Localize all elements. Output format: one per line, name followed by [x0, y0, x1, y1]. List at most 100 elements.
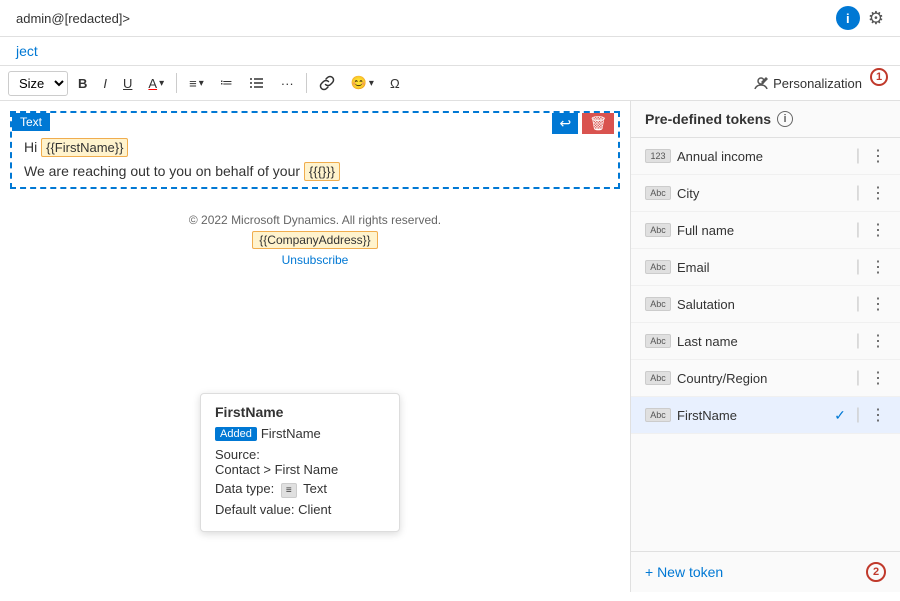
token-type-icon: Abc — [645, 186, 671, 200]
token-tooltip: FirstName Added FirstName Source: Contac… — [200, 393, 400, 532]
token-type-icon: Abc — [645, 297, 671, 311]
token-check-icon: ✓ — [834, 407, 846, 424]
tooltip-added-value: FirstName — [261, 426, 321, 441]
datatype-icon: ≡ — [281, 483, 297, 498]
delete-block-button[interactable]: 🗑 — [582, 113, 614, 134]
subject-label: ject — [16, 43, 38, 59]
token-name-label: Last name — [677, 334, 846, 349]
token-more-button[interactable]: ⋮ — [870, 405, 886, 425]
new-token-label: + New token — [645, 564, 723, 580]
align-button[interactable]: ≡ ▾ — [183, 72, 210, 95]
panel-header: Pre-defined tokens i — [631, 101, 900, 138]
token-list: 123Annual income|⋮AbcCity|⋮AbcFull name|… — [631, 138, 900, 551]
token-name-label: Salutation — [677, 297, 846, 312]
new-token-button[interactable]: + New token — [645, 564, 723, 580]
panel-footer: + New token 2 — [631, 551, 900, 592]
emoji-button[interactable]: 😊 ▾ — [345, 71, 380, 95]
main-area: Text ↩ 🗑 Hi {{FirstName}} We are reachin… — [0, 101, 900, 592]
editor-area: Text ↩ 🗑 Hi {{FirstName}} We are reachin… — [0, 101, 630, 592]
emoji-chevron: ▾ — [369, 78, 374, 89]
tooltip-title: FirstName — [215, 404, 385, 420]
gear-icon[interactable]: ⚙ — [868, 8, 884, 29]
token-list-item[interactable]: Abc FirstName ✓ | ⋮ — [631, 397, 900, 434]
token-separator: | — [856, 369, 860, 387]
tooltip-added-row: Added FirstName — [215, 426, 385, 441]
token-type-icon: Abc — [645, 334, 671, 348]
token-more-button[interactable]: ⋮ — [870, 368, 886, 388]
top-bar-actions: i ⚙ — [836, 6, 884, 30]
tooltip-datatype-value: Text — [303, 481, 327, 496]
token-list-item[interactable]: AbcFull name|⋮ — [631, 212, 900, 249]
new-token-badge: 2 — [866, 562, 886, 582]
token-separator: | — [856, 258, 860, 276]
info-icon[interactable]: i — [836, 6, 860, 30]
font-color-label: A — [148, 76, 157, 91]
token-separator: | — [856, 295, 860, 313]
firstname-token[interactable]: {{FirstName}} — [41, 138, 128, 157]
toolbar: Size B I U A ▾ ≡ ▾ ≔ ··· 😊 ▾ Ω Personali… — [0, 66, 900, 101]
text-block: Text ↩ 🗑 Hi {{FirstName}} We are reachin… — [10, 111, 620, 189]
empty-token[interactable]: {{{}}} — [304, 162, 340, 181]
footer-area: © 2022 Microsoft Dynamics. All rights re… — [10, 205, 620, 275]
token-more-button[interactable]: ⋮ — [870, 257, 886, 277]
user-email: admin@[redacted]> — [16, 11, 130, 26]
token-more-button[interactable]: ⋮ — [870, 220, 886, 240]
token-name-label: FirstName — [677, 408, 828, 423]
unordered-list-button[interactable] — [243, 71, 271, 95]
font-color-button[interactable]: A ▾ — [142, 72, 170, 95]
company-address-token[interactable]: {{CompanyAddress}} — [252, 231, 377, 249]
omega-button[interactable]: Ω — [384, 72, 406, 95]
italic-button[interactable]: I — [97, 72, 113, 95]
text-block-label: Text — [12, 113, 50, 131]
token-type-icon: Abc — [645, 371, 671, 385]
tooltip-default-value: Client — [298, 502, 331, 517]
token-more-button[interactable]: ⋮ — [870, 331, 886, 351]
token-name-label: Annual income — [677, 149, 846, 164]
personalization-button[interactable]: Personalization 1 — [745, 70, 892, 96]
dropdown-chevron: ▾ — [159, 78, 164, 89]
tooltip-source-value: Contact > First Name — [215, 462, 338, 477]
panel-info-icon[interactable]: i — [777, 111, 793, 127]
token-separator: | — [856, 184, 860, 202]
footer-copyright: © 2022 Microsoft Dynamics. All rights re… — [18, 213, 612, 227]
token-more-button[interactable]: ⋮ — [870, 294, 886, 314]
tooltip-datatype-row: Data type: ≡ Text — [215, 481, 385, 498]
token-list-item[interactable]: Abc Salutation | ⋮ — [631, 286, 900, 323]
token-list-item[interactable]: Abc Country/Region | ⋮ — [631, 360, 900, 397]
token-more-button[interactable]: ⋮ — [870, 146, 886, 166]
token-type-icon: Abc — [645, 408, 671, 422]
token-name-label: City — [677, 186, 846, 201]
underline-button[interactable]: U — [117, 72, 138, 95]
token-list-item[interactable]: Abc City | ⋮ — [631, 175, 900, 212]
ordered-list-button[interactable]: ≔ — [214, 71, 239, 95]
personalization-badge: 1 — [870, 68, 888, 86]
token-list-item[interactable]: Abc Email | ⋮ — [631, 249, 900, 286]
toolbar-divider-1 — [176, 73, 177, 93]
token-type-icon: Abc — [645, 260, 671, 274]
text-block-content: Hi {{FirstName}} We are reaching out to … — [12, 131, 618, 187]
token-separator: | — [856, 406, 860, 424]
added-badge: Added — [215, 427, 257, 441]
token-type-icon: Abc — [645, 223, 671, 237]
right-panel: Pre-defined tokens i 123Annual income|⋮A… — [630, 101, 900, 592]
tooltip-source-row: Source: Contact > First Name — [215, 447, 385, 477]
tooltip-default-row: Default value: Client — [215, 502, 385, 517]
size-select[interactable]: Size — [8, 71, 68, 96]
link-button[interactable] — [313, 71, 341, 95]
top-bar: admin@[redacted]> i ⚙ — [0, 0, 900, 37]
align-chevron: ▾ — [199, 78, 204, 89]
token-separator: | — [856, 332, 860, 350]
bold-button[interactable]: B — [72, 72, 93, 95]
unsubscribe-link[interactable]: Unsubscribe — [282, 253, 349, 267]
token-list-item[interactable]: Abc Last name | ⋮ — [631, 323, 900, 360]
text-line-2: We are reaching out to you on behalf of … — [24, 163, 606, 179]
move-back-button[interactable]: ↩ — [552, 113, 578, 134]
token-list-item[interactable]: 123Annual income|⋮ — [631, 138, 900, 175]
personalization-label: Personalization — [773, 76, 862, 91]
token-name-label: Country/Region — [677, 371, 846, 386]
token-more-button[interactable]: ⋮ — [870, 183, 886, 203]
panel-title: Pre-defined tokens — [645, 111, 771, 127]
token-name-label: Email — [677, 260, 846, 275]
text-line-1: Hi {{FirstName}} — [24, 139, 606, 155]
more-button[interactable]: ··· — [275, 72, 300, 95]
